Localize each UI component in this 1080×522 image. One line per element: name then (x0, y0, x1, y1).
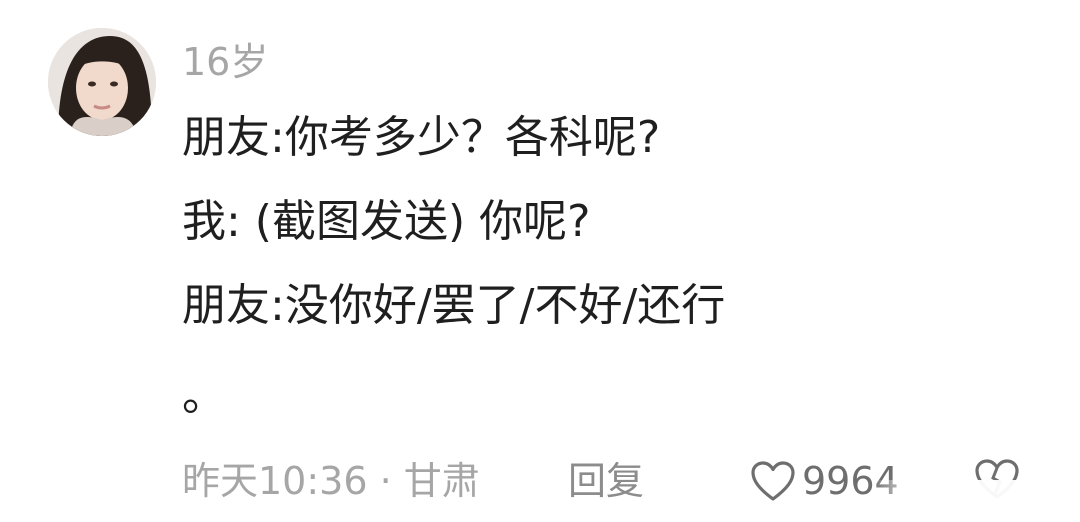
comment-line-2: 我: (截图发送) 你呢? (182, 196, 591, 247)
heart-outline-icon (751, 461, 795, 501)
comment-line-4: 。 (182, 370, 226, 421)
comment-text: 朋友:你考多少？各科呢? 我: (截图发送) 你呢? 朋友:没你好/罢了/不好/… (182, 108, 1042, 450)
avatar[interactable] (48, 28, 156, 136)
comment-line-3: 朋友:没你好/罢了/不好/还行 (182, 280, 726, 331)
reply-button[interactable]: 回复 (568, 452, 644, 510)
comment-item: 16岁 朋友:你考多少？各科呢? 我: (截图发送) 你呢? 朋友:没你好/罢了… (0, 0, 1080, 522)
comment-timestamp-location: 昨天10:36 · 甘肃 (182, 459, 480, 503)
comment-username[interactable]: 16岁 (182, 38, 268, 86)
avatar-image (48, 28, 156, 136)
comment-line-1: 朋友:你考多少？各科呢? (182, 112, 661, 163)
watermark-overlay (872, 480, 1072, 512)
